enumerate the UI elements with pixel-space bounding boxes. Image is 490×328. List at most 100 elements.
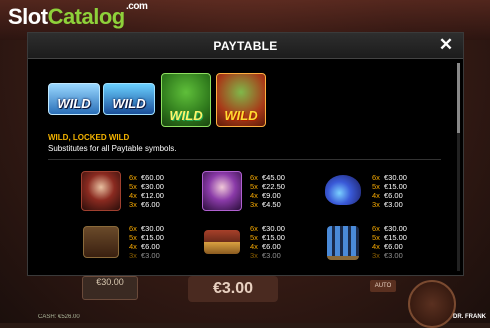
bet-display[interactable]: €30.00 — [82, 276, 138, 300]
wild-ice-icon: WILD — [48, 83, 100, 115]
pay-multiplier: 3x — [129, 251, 137, 260]
potion-flask-icon — [325, 175, 361, 205]
pay-multiplier: 5x — [250, 233, 258, 242]
pay-row: 4x €6.00 — [250, 242, 285, 251]
bet-value: €30.00 — [96, 277, 124, 287]
pay-multiplier: 3x — [250, 251, 258, 260]
pay-multiplier: 5x — [129, 182, 137, 191]
modal-title: PAYTABLE — [213, 39, 278, 53]
cash-balance: CASH: €526.00 — [38, 314, 80, 320]
wild-description: Substitutes for all Paytable symbols. — [48, 144, 177, 153]
bride-icon — [202, 171, 242, 211]
wild-label: WILD — [224, 108, 258, 123]
pay-amount: €3.00 — [384, 200, 403, 209]
test-tubes-payouts: 6x €30.00 5x €15.00 4x €6.00 3x €3.00 — [372, 224, 407, 260]
locked-frankenstein-wild-icon: WILD — [216, 73, 266, 127]
pay-amount: €22.50 — [262, 182, 285, 191]
potion-payouts: 6x €30.00 5x €15.00 4x €6.00 3x €3.00 — [372, 173, 407, 209]
pay-multiplier: 4x — [372, 191, 380, 200]
pay-multiplier: 5x — [372, 233, 380, 242]
pay-multiplier: 4x — [129, 191, 137, 200]
win-value: €3.00 — [212, 280, 254, 297]
pay-amount: €6.00 — [141, 200, 160, 209]
wild-heading: WILD, LOCKED WILD — [48, 133, 130, 142]
pay-row: 4x €6.00 — [372, 191, 407, 200]
win-display: €3.00 — [188, 276, 278, 302]
pay-row: 5x €15.00 — [129, 233, 164, 242]
pay-multiplier: 3x — [250, 200, 258, 209]
pay-multiplier: 4x — [250, 191, 258, 200]
pay-multiplier: 4x — [129, 242, 137, 251]
pay-amount: €3.00 — [141, 251, 160, 260]
pay-amount: €45.00 — [262, 173, 285, 182]
pay-amount: €15.00 — [262, 233, 285, 242]
pay-multiplier: 6x — [372, 224, 380, 233]
pay-row: 4x €9.00 — [250, 191, 285, 200]
scrollbar[interactable] — [457, 63, 460, 271]
pay-row: 6x €30.00 — [129, 224, 164, 233]
pay-multiplier: 3x — [372, 251, 380, 260]
game-controls: €30.00 €3.00 AUTO CASH: €526.00 DR. FRAN… — [0, 276, 490, 328]
pay-row: 5x €22.50 — [250, 182, 285, 191]
pay-row: 6x €30.00 — [372, 224, 407, 233]
section-divider — [48, 159, 441, 160]
pay-amount: €9.00 — [262, 191, 281, 200]
pay-multiplier: 6x — [250, 173, 258, 182]
pay-amount: €6.00 — [262, 242, 281, 251]
doctor-icon — [81, 171, 121, 211]
pay-amount: €15.00 — [384, 182, 407, 191]
pay-amount: €6.00 — [141, 242, 160, 251]
pay-amount: €15.00 — [384, 233, 407, 242]
pay-amount: €6.00 — [384, 242, 403, 251]
wild-label: WILD — [169, 108, 203, 123]
modal-header: PAYTABLE ✕ — [28, 33, 463, 59]
pay-multiplier: 4x — [372, 242, 380, 251]
pay-amount: €12.00 — [141, 191, 164, 200]
pay-row: 5x €15.00 — [372, 182, 407, 191]
pay-row: 5x €15.00 — [372, 233, 407, 242]
pay-row: 3x €6.00 — [129, 200, 164, 209]
machine-box-payouts: 6x €30.00 5x €15.00 4x €6.00 3x €3.00 — [129, 224, 164, 260]
pay-amount: €30.00 — [262, 224, 285, 233]
doctor-payouts: 6x €60.00 5x €30.00 4x €12.00 3x €6.00 — [129, 173, 164, 209]
pay-multiplier: 6x — [372, 173, 380, 182]
pay-amount: €30.00 — [141, 224, 164, 233]
pay-row: 4x €6.00 — [372, 242, 407, 251]
pay-multiplier: 5x — [129, 233, 137, 242]
pay-multiplier: 4x — [250, 242, 258, 251]
logo-text-catalog: Catalog — [47, 4, 126, 29]
scroll-thumb[interactable] — [457, 63, 460, 133]
bride-payouts: 6x €45.00 5x €22.50 4x €9.00 3x €4.50 — [250, 173, 285, 209]
logo-text-suffix: .com — [126, 1, 148, 12]
logo-text-slot: Slot — [8, 4, 48, 29]
pay-row: 5x €30.00 — [129, 182, 164, 191]
pay-row: 6x €30.00 — [250, 224, 285, 233]
machine-box-icon — [83, 226, 119, 258]
pay-multiplier: 3x — [129, 200, 137, 209]
pay-multiplier: 5x — [372, 182, 380, 191]
pay-amount: €30.00 — [141, 182, 164, 191]
pay-multiplier: 5x — [250, 182, 258, 191]
books-payouts: 6x €30.00 5x €15.00 4x €6.00 3x €3.00 — [250, 224, 285, 260]
wild-label: WILD — [112, 96, 146, 111]
close-icon[interactable]: ✕ — [437, 36, 455, 54]
pay-amount: €3.00 — [262, 251, 281, 260]
pay-row: 3x €3.00 — [129, 251, 164, 260]
auto-button[interactable]: AUTO — [370, 280, 396, 292]
pay-row: 6x €45.00 — [250, 173, 285, 182]
pay-row: 3x €3.00 — [372, 251, 407, 260]
test-tubes-icon — [327, 226, 359, 260]
wild-lightning-icon: WILD — [103, 83, 155, 115]
slotcatalog-logo: SlotCatalog .com — [8, 1, 148, 30]
pay-amount: €4.50 — [262, 200, 281, 209]
frankenstein-wild-icon: WILD — [161, 73, 211, 127]
pay-amount: €6.00 — [384, 191, 403, 200]
pay-row: 3x €3.00 — [250, 251, 285, 260]
pay-amount: €3.00 — [384, 251, 403, 260]
pay-multiplier: 6x — [129, 224, 137, 233]
pay-row: 3x €4.50 — [250, 200, 285, 209]
pay-multiplier: 6x — [250, 224, 258, 233]
pay-amount: €60.00 — [141, 173, 164, 182]
spin-button[interactable] — [408, 280, 456, 328]
pay-row: 3x €3.00 — [372, 200, 407, 209]
